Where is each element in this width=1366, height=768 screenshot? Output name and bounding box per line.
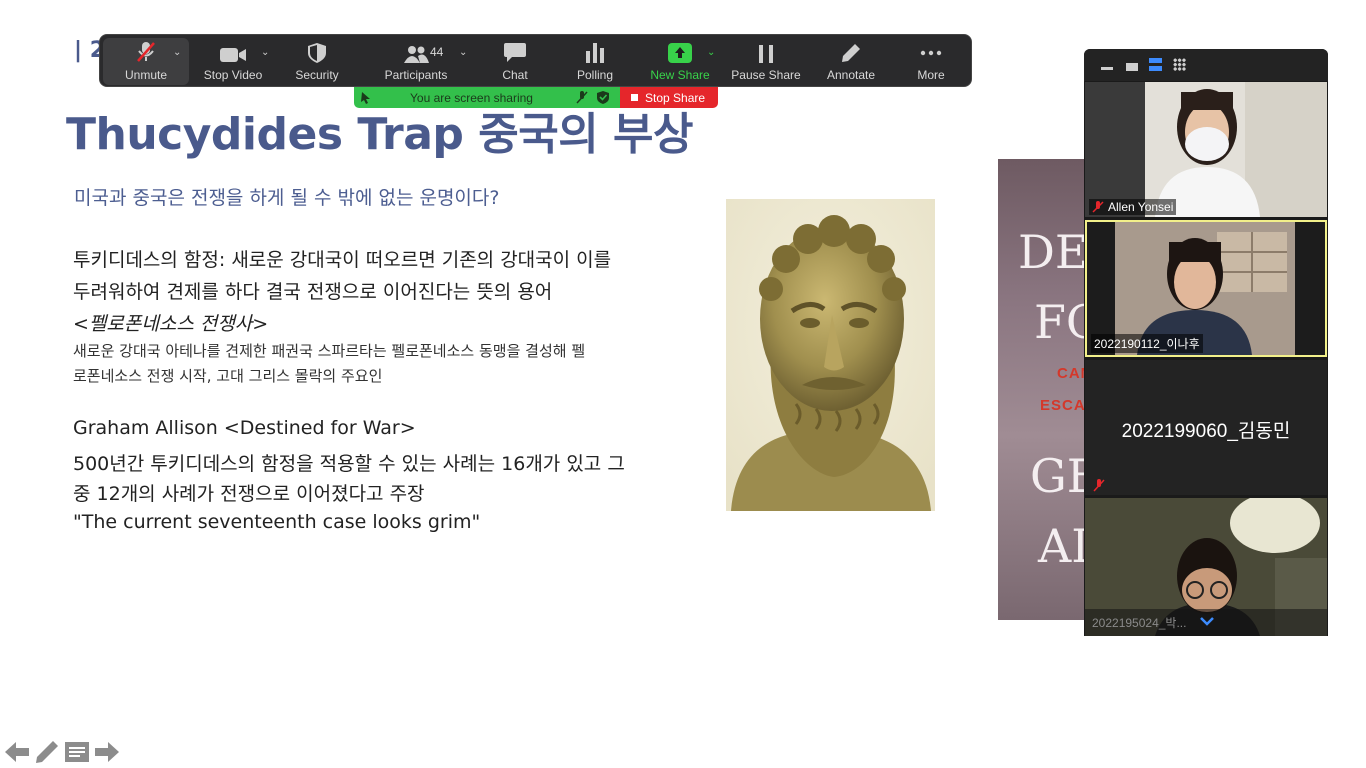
participant-count: 44 <box>430 45 444 59</box>
body-text: 중 12개의 사례가 전쟁으로 이어졌다고 주장 <box>73 483 425 505</box>
pause-share-button[interactable]: Pause Share <box>728 35 804 88</box>
drag-handle-icon[interactable] <box>360 91 372 104</box>
mic-muted-icon <box>137 42 155 62</box>
video-options-chevron-icon[interactable]: ⌄ <box>261 47 269 58</box>
participant-name-label: 2022195024_박... <box>1089 613 1189 632</box>
participant-name: 2022195024_박... <box>1092 616 1187 630</box>
chat-bubble-icon <box>504 43 526 62</box>
participant-video <box>1085 82 1327 217</box>
mic-muted-icon <box>1093 479 1105 492</box>
book-cover-image: DE FO CAN ESCAP GE AL <box>998 159 1090 620</box>
security-label: Security <box>295 68 339 82</box>
arrow-right-icon[interactable] <box>94 740 120 764</box>
pencil-icon <box>842 44 860 62</box>
panel-header <box>1084 49 1328 81</box>
gallery-view-icon[interactable] <box>1173 58 1186 71</box>
security-button[interactable]: Security <box>284 35 350 88</box>
book-cover-text: GE <box>1030 449 1090 503</box>
slide-menu-icon[interactable] <box>64 741 90 763</box>
more-dots-icon <box>920 50 942 56</box>
chevron-down-icon[interactable] <box>1199 616 1215 626</box>
hide-video-icon[interactable] <box>1126 63 1138 71</box>
participant-video-tile[interactable]: 2022195024_박... <box>1085 498 1327 636</box>
participant-name-label: Allen Yonsei <box>1089 199 1177 215</box>
arrow-left-icon[interactable] <box>4 740 30 764</box>
body-text-small: 로폰네소스 전쟁 시작, 고대 그리스 몰락의 주요인 <box>73 367 383 385</box>
bar-chart-icon <box>586 43 604 63</box>
mic-muted-icon <box>1092 201 1104 213</box>
meeting-toolbar: Unmute ⌄ Stop Video ⌄ Security Participa… <box>99 34 972 87</box>
pen-icon[interactable] <box>34 739 60 765</box>
unmute-button[interactable]: Unmute <box>106 35 186 88</box>
share-options-chevron-icon[interactable]: ⌄ <box>707 47 715 58</box>
body-text: 투키디데스의 함정: 새로운 강대국이 떠오르면 기존의 강대국이 이를 <box>73 249 612 271</box>
book-cover-text: ESCAP <box>1040 397 1090 414</box>
shield-icon <box>308 43 326 63</box>
participants-label: Participants <box>384 68 448 82</box>
more-button[interactable]: More <box>904 35 958 88</box>
pause-share-label: Pause Share <box>731 68 801 82</box>
stop-share-label: Stop Share <box>645 91 706 105</box>
screen-sharing-banner[interactable]: You are screen sharing <box>354 87 620 108</box>
polling-label: Polling <box>576 68 614 82</box>
participants-button[interactable]: Participants <box>370 35 462 88</box>
more-label: More <box>917 68 945 82</box>
participants-icon <box>404 46 429 63</box>
body-text: 500년간 투키디데스의 함정을 적용할 수 있는 사례는 16개가 있고 그 <box>73 453 625 475</box>
mic-muted-icon <box>576 91 588 104</box>
participant-name: Allen Yonsei <box>1108 200 1174 214</box>
unmute-label: Unmute <box>124 68 168 82</box>
pause-icon <box>759 45 773 63</box>
video-gallery-panel: Allen Yonsei 2022190112_이나후 2022199060_김… <box>1084 49 1328 636</box>
share-arrow-icon <box>668 43 692 63</box>
screen-sharing-status: You are screen sharing <box>410 91 533 105</box>
new-share-button[interactable]: New Share <box>645 35 715 88</box>
stop-video-label: Stop Video <box>203 68 263 82</box>
body-text-italic: <펠로폰네소스 전쟁사> <box>73 313 269 335</box>
participants-options-chevron-icon[interactable]: ⌄ <box>459 47 467 58</box>
participant-name-large: 2022199060_김동민 <box>1121 421 1291 442</box>
annotate-label: Annotate <box>826 68 876 82</box>
slide-subtitle: 미국과 중국은 전쟁을 하게 될 수 밖에 없는 운명이다? <box>74 187 500 209</box>
participant-name-label: 2022190112_이나후 <box>1091 334 1203 353</box>
thucydides-bust-image <box>726 199 935 511</box>
stop-video-button[interactable]: Stop Video <box>196 35 270 88</box>
unmute-options-chevron-icon[interactable]: ⌄ <box>173 47 181 58</box>
book-cover-text: DE <box>1018 225 1089 279</box>
stop-share-button[interactable]: Stop Share <box>620 87 718 108</box>
chat-button[interactable]: Chat <box>486 35 544 88</box>
minimize-icon[interactable] <box>1101 67 1113 70</box>
participant-video-tile-active[interactable]: 2022190112_이나후 <box>1085 220 1327 357</box>
shield-check-icon <box>597 91 609 104</box>
slideshow-controls <box>4 738 120 766</box>
new-share-label: New Share <box>650 68 710 82</box>
body-text: Graham Allison <Destined for War> <box>73 417 416 439</box>
video-camera-icon <box>220 48 246 62</box>
annotate-button[interactable]: Annotate <box>818 35 884 88</box>
chat-label: Chat <box>502 68 528 82</box>
body-text: 두려워하여 견제를 하다 결국 전쟁으로 이어진다는 뜻의 용어 <box>73 281 553 303</box>
participant-video-tile[interactable]: 2022199060_김동민 <box>1085 360 1327 495</box>
stop-square-icon <box>631 94 638 101</box>
body-text-quote: "The current seventeenth case looks grim… <box>73 511 481 533</box>
body-text-small: 새로운 강대국 아테나를 견제한 패권국 스파르타는 펠로폰네소스 동맹을 결성… <box>73 342 586 360</box>
participant-name: 2022190112_이나후 <box>1094 337 1200 351</box>
book-cover-text: FO <box>1034 295 1090 349</box>
book-cover-text: AL <box>1038 519 1090 573</box>
speaker-view-icon[interactable] <box>1149 58 1162 71</box>
polling-button[interactable]: Polling <box>566 35 624 88</box>
participant-video-tile[interactable]: Allen Yonsei <box>1085 82 1327 217</box>
